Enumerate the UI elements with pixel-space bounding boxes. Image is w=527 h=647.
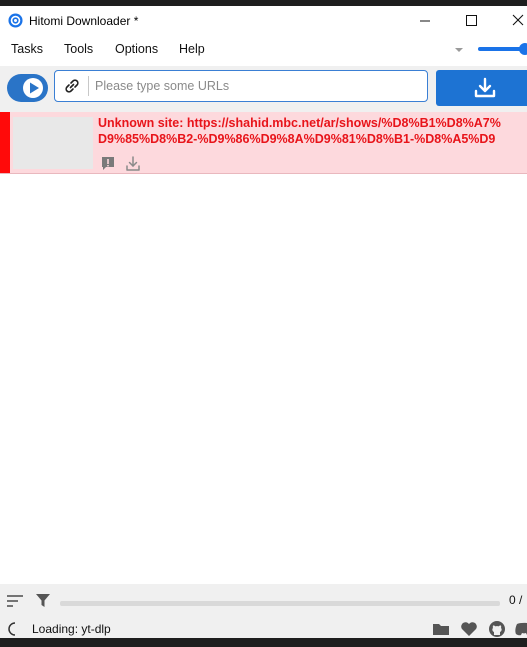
chevron-down-icon[interactable] xyxy=(454,46,464,54)
menu-bar: Tasks Tools Options Help xyxy=(0,40,527,62)
minimize-button[interactable] xyxy=(401,6,447,36)
download-button[interactable] xyxy=(436,70,527,106)
play-toggle-button[interactable] xyxy=(7,74,48,102)
title-bar: Hitomi Downloader * xyxy=(0,6,527,36)
maximize-button[interactable] xyxy=(447,6,493,36)
minimize-icon xyxy=(420,20,430,22)
task-error-message: Unknown site: https://shahid.mbc.net/ar/… xyxy=(98,115,527,147)
hitomi-logo-icon xyxy=(8,13,23,28)
task-status-stripe xyxy=(0,112,10,173)
loading-status: Loading: yt-dlp xyxy=(32,622,111,636)
url-input[interactable] xyxy=(95,76,415,96)
filter-icon[interactable] xyxy=(35,593,51,608)
overall-progress-bar xyxy=(60,601,500,606)
menu-tools[interactable]: Tools xyxy=(64,42,93,56)
task-error-line-2: D9%85%D8%B2-%D9%86%D9%8A%D9%81%D8%B1-%D8… xyxy=(98,132,496,146)
discord-icon[interactable] xyxy=(514,622,527,636)
task-error-line-1: Unknown site: https://shahid.mbc.net/ar/… xyxy=(98,116,501,130)
window-title: Hitomi Downloader * xyxy=(29,14,139,28)
link-icon[interactable] xyxy=(63,78,81,94)
menu-options[interactable]: Options xyxy=(115,42,158,56)
maximize-icon xyxy=(466,15,477,26)
task-row[interactable]: Unknown site: https://shahid.mbc.net/ar/… xyxy=(0,112,527,174)
task-thumbnail xyxy=(13,117,93,169)
close-button[interactable] xyxy=(493,6,527,36)
menu-tasks[interactable]: Tasks xyxy=(11,42,43,56)
menu-help[interactable]: Help xyxy=(179,42,205,56)
heart-icon[interactable] xyxy=(460,621,478,637)
github-icon[interactable] xyxy=(488,620,506,638)
status-bar: 0 / Loading: yt-dlp xyxy=(0,584,527,638)
close-icon xyxy=(512,14,524,26)
play-icon xyxy=(23,78,43,98)
app-window: Hitomi Downloader * Tasks Tools Options … xyxy=(0,6,527,638)
download-task-icon[interactable] xyxy=(125,156,141,172)
download-icon xyxy=(474,77,496,98)
folder-icon[interactable] xyxy=(432,622,450,636)
error-report-icon[interactable] xyxy=(100,156,116,172)
url-separator xyxy=(88,76,89,96)
progress-count: 0 / xyxy=(509,593,523,607)
volume-slider[interactable] xyxy=(478,42,527,56)
sort-icon[interactable] xyxy=(6,594,24,608)
url-box xyxy=(54,70,428,102)
loading-spinner-icon xyxy=(8,622,16,636)
